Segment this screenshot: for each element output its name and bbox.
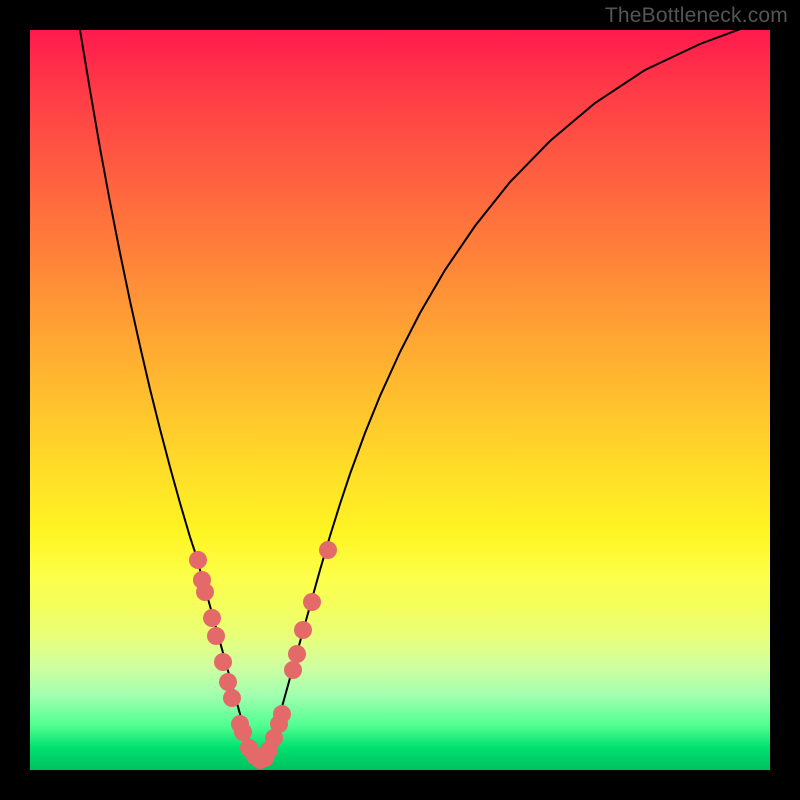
data-marker (207, 627, 225, 645)
curve-right (260, 30, 770, 760)
data-marker (234, 723, 252, 741)
data-marker (189, 551, 207, 569)
data-marker (303, 593, 321, 611)
data-marker (294, 621, 312, 639)
data-marker (319, 541, 337, 559)
curve-left (80, 30, 260, 760)
data-marker (288, 645, 306, 663)
chart-overlay-svg (30, 30, 770, 770)
data-marker (223, 689, 241, 707)
data-marker (273, 705, 291, 723)
data-marker (219, 673, 237, 691)
watermark-text: TheBottleneck.com (605, 4, 788, 28)
data-marker (284, 661, 302, 679)
data-marker (203, 609, 221, 627)
data-marker (214, 653, 232, 671)
data-marker (196, 583, 214, 601)
data-markers-group (189, 541, 337, 769)
chart-frame: TheBottleneck.com (0, 0, 800, 800)
